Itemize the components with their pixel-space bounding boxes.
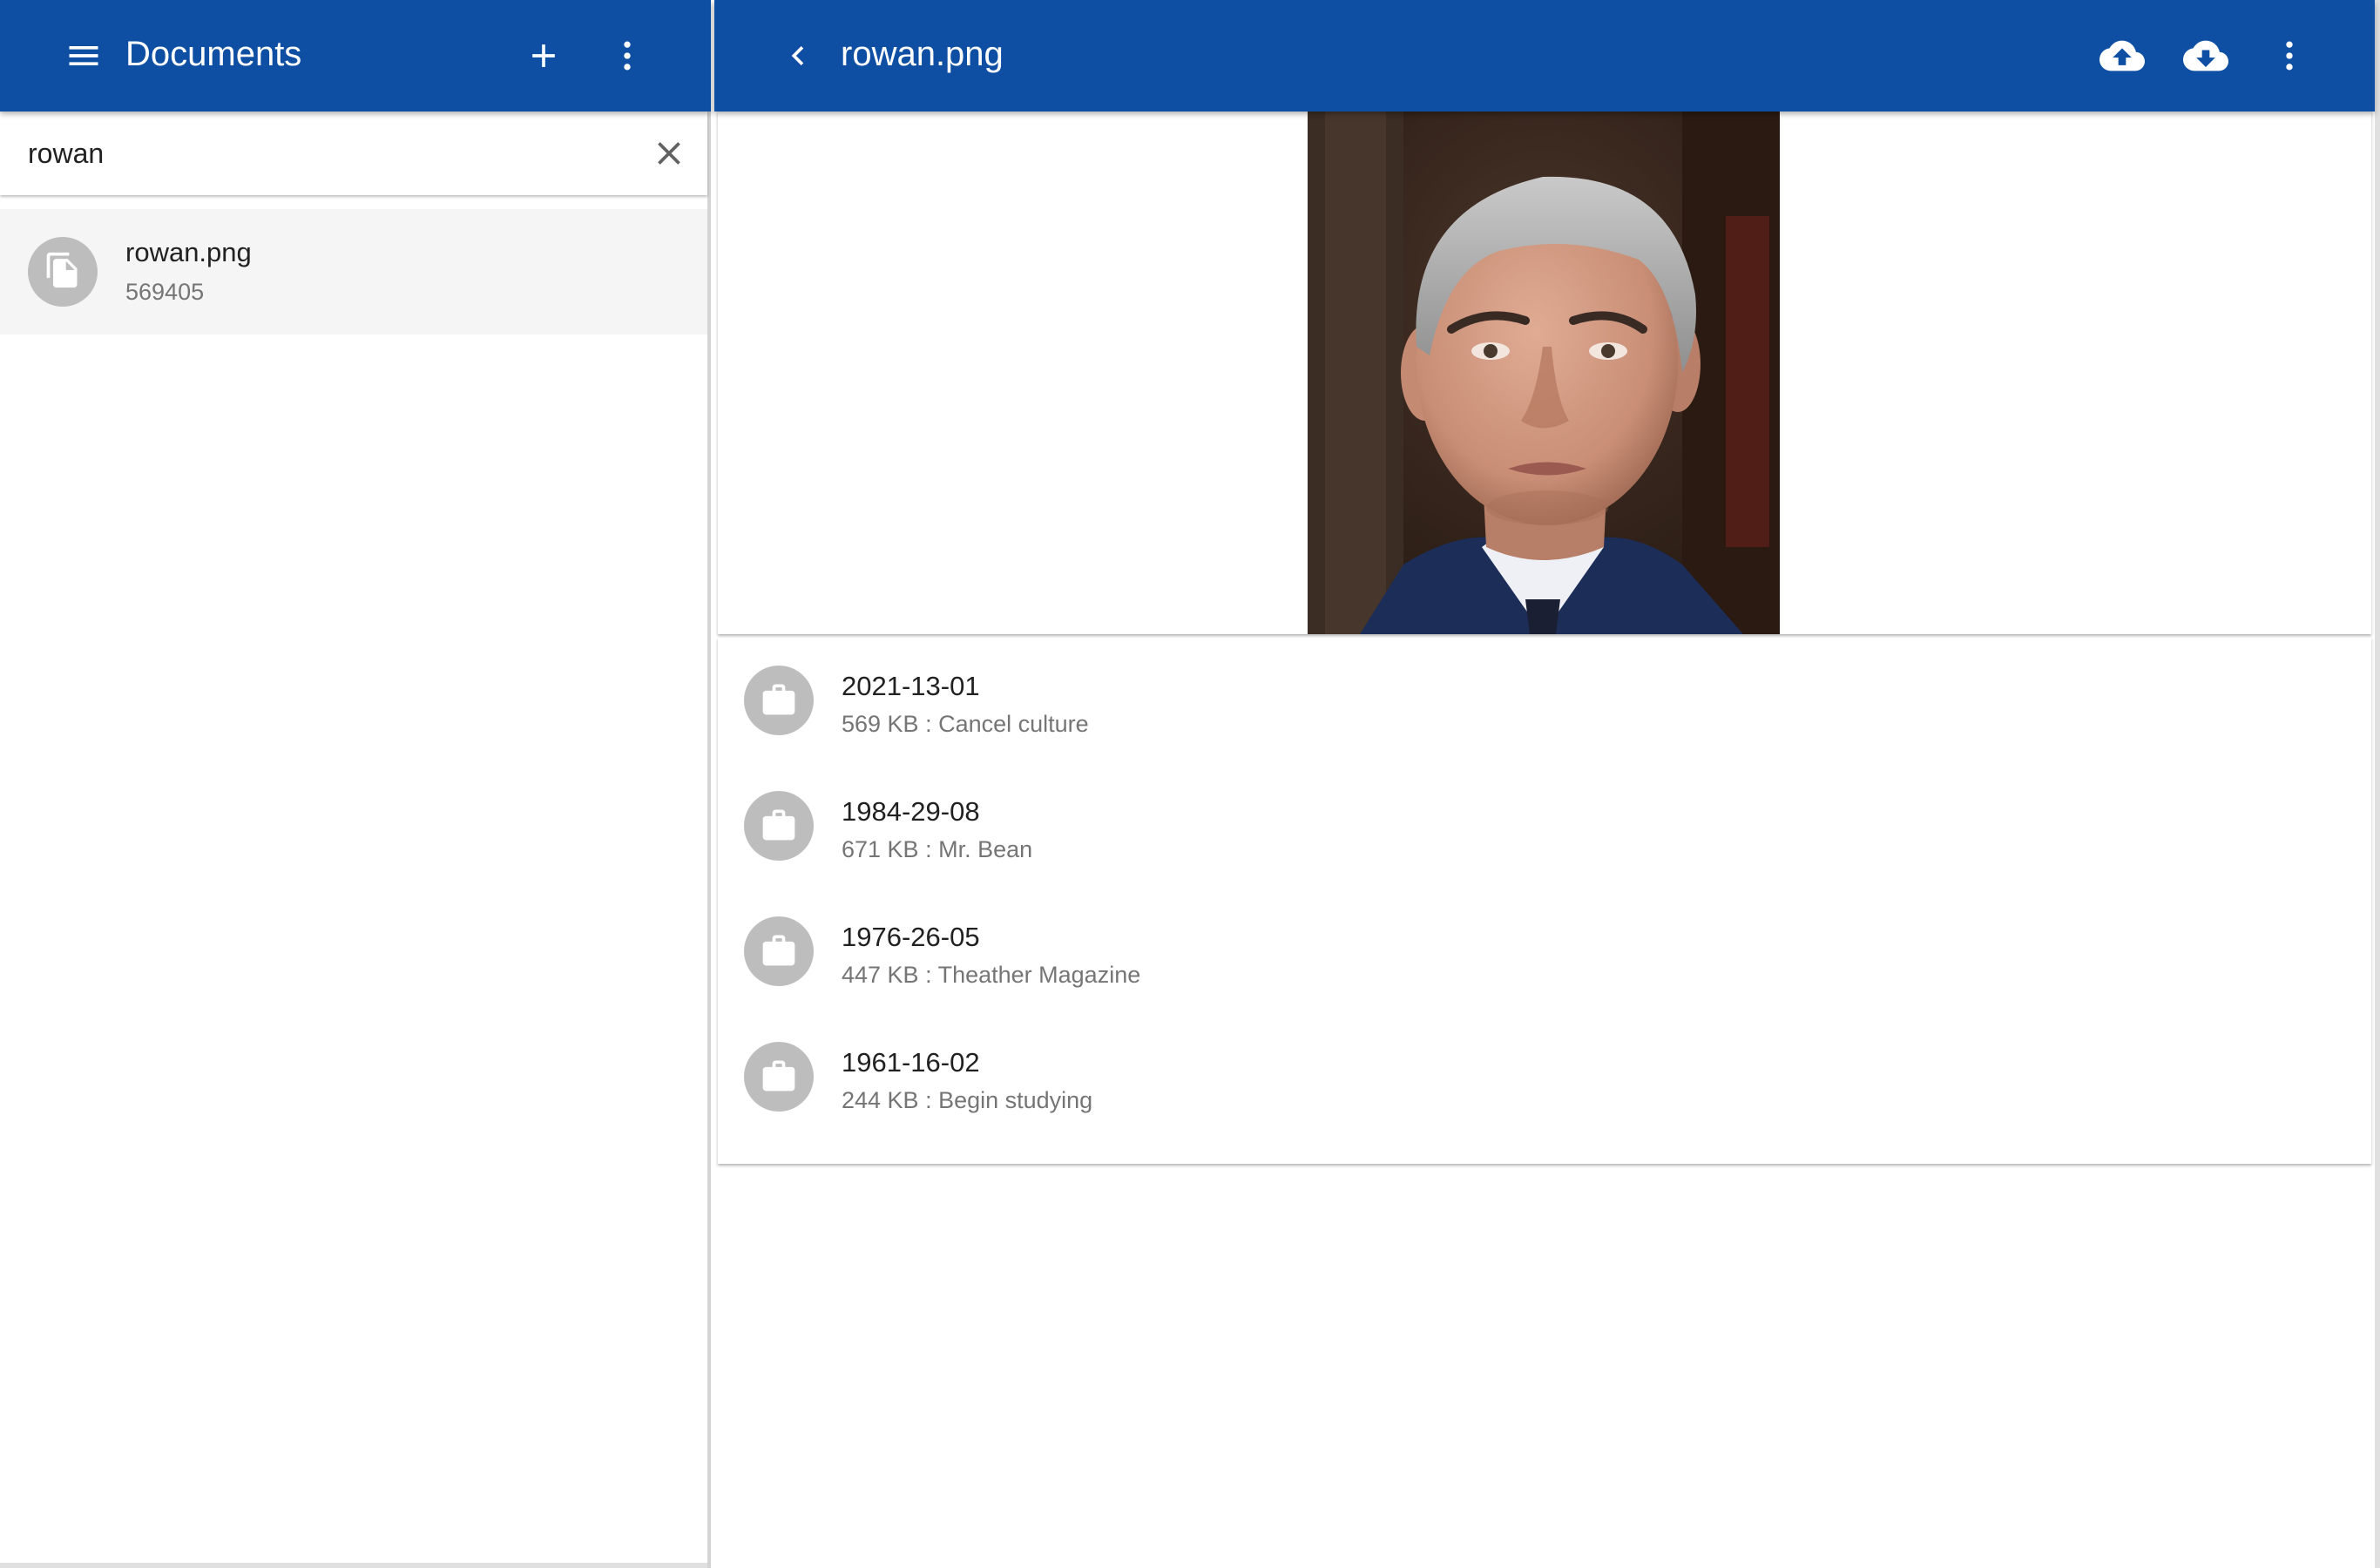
version-detail: 569 KB : Cancel culture xyxy=(842,711,1089,737)
version-avatar xyxy=(744,666,814,735)
file-size: 569405 xyxy=(125,279,205,305)
file-copy-icon xyxy=(44,251,82,294)
detail-app-bar: rowan.png xyxy=(714,0,2375,112)
version-detail: 671 KB : Mr. Bean xyxy=(842,836,1033,862)
right-edge-scrollbar[interactable] xyxy=(2375,0,2380,1568)
list-item[interactable]: 1961-16-02 244 KB : Begin studying xyxy=(718,1014,2371,1139)
version-date: 2021-13-01 xyxy=(842,671,980,701)
version-avatar xyxy=(744,916,814,986)
version-date: 1976-26-05 xyxy=(842,922,980,952)
add-icon[interactable] xyxy=(509,21,578,91)
file-name: rowan.png xyxy=(125,237,252,267)
close-icon[interactable] xyxy=(634,118,704,188)
briefcase-icon xyxy=(760,679,798,722)
chevron-left-icon[interactable] xyxy=(763,21,833,91)
briefcase-icon xyxy=(760,805,798,848)
document-title: rowan.png xyxy=(841,35,1004,73)
more-vert-icon[interactable] xyxy=(2255,21,2324,91)
version-date: 1984-29-08 xyxy=(842,796,980,827)
file-avatar xyxy=(28,237,98,307)
more-vert-icon[interactable] xyxy=(592,21,662,91)
list-item[interactable]: rowan.png 569405 xyxy=(0,209,707,335)
cloud-upload-icon[interactable] xyxy=(2087,21,2157,91)
document-detail-panel: rowan.png 2021-13-01 569 KB: Cancel cul… xyxy=(714,0,2380,1568)
menu-icon[interactable] xyxy=(49,21,118,91)
briefcase-icon xyxy=(760,1056,798,1098)
list-item[interactable]: 1976-26-05 447 KB : Theather Magazine xyxy=(718,889,2371,1014)
list-item[interactable]: 2021-13-01 569 KB : Cancel culture xyxy=(718,638,2371,763)
documents-app-bar: Documents xyxy=(0,0,711,112)
version-avatar xyxy=(744,791,814,861)
version-list: 2021-13-01 569 KB : Cancel culture 1984-… xyxy=(718,638,2371,1164)
document-image xyxy=(1308,112,1780,634)
briefcase-icon xyxy=(760,930,798,973)
app-root: Documents rowan.png 569405 xyxy=(0,0,2380,1568)
cloud-download-icon[interactable] xyxy=(2171,21,2241,91)
documents-title: Documents xyxy=(125,35,302,73)
search-input[interactable] xyxy=(28,131,603,176)
version-avatar xyxy=(744,1042,814,1112)
version-detail: 447 KB : Theather Magazine xyxy=(842,962,1141,988)
list-item[interactable]: 1984-29-08 671 KB : Mr. Bean xyxy=(718,763,2371,889)
search-bar xyxy=(0,112,707,195)
image-preview-card xyxy=(718,112,2371,634)
version-detail: 244 KB : Begin studying xyxy=(842,1087,1093,1113)
version-date: 1961-16-02 xyxy=(842,1047,980,1078)
documents-panel: Documents rowan.png 569405 xyxy=(0,0,711,1568)
